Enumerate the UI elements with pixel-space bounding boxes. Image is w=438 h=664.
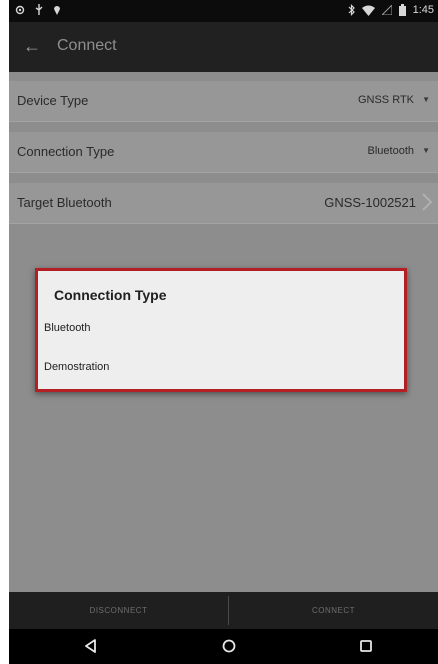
connect-button[interactable]: CONNECT bbox=[229, 592, 438, 629]
disconnect-button[interactable]: DISCONNECT bbox=[9, 592, 228, 629]
device-type-row[interactable]: Device Type GNSS RTK ▼ bbox=[9, 81, 438, 122]
option-bluetooth[interactable]: Bluetooth bbox=[44, 322, 90, 334]
page-title: Connect bbox=[57, 37, 117, 54]
signal-icon bbox=[381, 5, 392, 15]
device-type-label: Device Type bbox=[17, 93, 89, 108]
back-arrow-icon[interactable]: ← bbox=[23, 35, 41, 57]
dialog-title: Connection Type bbox=[54, 287, 167, 303]
option-demostration[interactable]: Demostration bbox=[44, 361, 109, 373]
connection-type-row[interactable]: Connection Type Bluetooth ▼ bbox=[9, 132, 438, 173]
wifi-icon bbox=[361, 5, 375, 16]
status-time: 1:45 bbox=[412, 4, 434, 16]
connection-type-dialog: Connection Type Bluetooth Demostration bbox=[35, 268, 407, 392]
connection-type-label: Connection Type bbox=[17, 144, 115, 159]
target-bluetooth-label: Target Bluetooth bbox=[17, 195, 112, 210]
status-bar: 1:45 bbox=[9, 0, 438, 22]
connection-type-value: Bluetooth bbox=[367, 145, 414, 157]
usb-icon bbox=[35, 4, 43, 15]
recents-square-icon[interactable] bbox=[358, 638, 374, 654]
dropdown-caret-icon: ▼ bbox=[422, 146, 430, 155]
bluetooth-icon bbox=[348, 4, 355, 16]
system-nav-bar bbox=[9, 629, 438, 664]
app-bar: ← Connect bbox=[9, 22, 438, 72]
dropdown-caret-icon: ▼ bbox=[422, 95, 430, 104]
location-pin-icon bbox=[54, 6, 60, 15]
home-circle-icon[interactable] bbox=[221, 638, 237, 654]
device-type-value: GNSS RTK bbox=[357, 94, 414, 106]
battery-icon bbox=[398, 4, 406, 16]
bottom-action-bar: DISCONNECT CONNECT bbox=[9, 592, 438, 629]
target-bluetooth-value: GNSS-1002521 bbox=[324, 195, 416, 210]
back-triangle-icon[interactable] bbox=[83, 638, 99, 654]
settings-icon bbox=[15, 5, 25, 15]
chevron-right-icon bbox=[422, 193, 433, 211]
target-bluetooth-row[interactable]: Target Bluetooth GNSS-1002521 bbox=[9, 183, 438, 224]
